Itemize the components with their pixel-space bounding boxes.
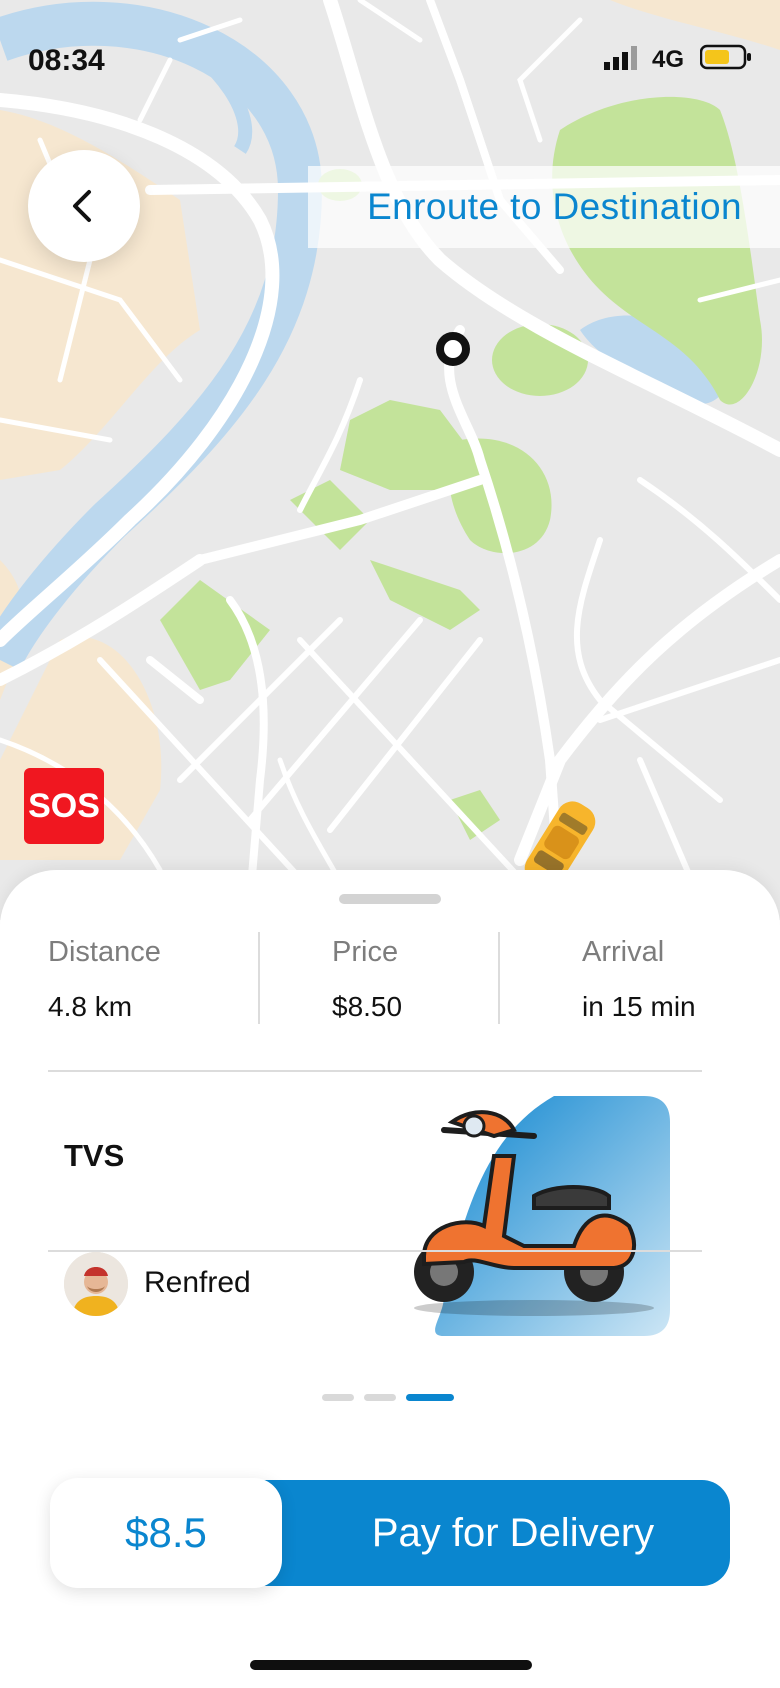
park xyxy=(370,560,480,630)
header-bar: Enroute to Destination xyxy=(308,166,780,248)
stat-arrival: Arrival in 15 min xyxy=(582,936,696,1023)
divider xyxy=(48,1250,702,1252)
map-canvas xyxy=(0,0,780,905)
home-indicator[interactable] xyxy=(250,1660,532,1670)
payment-amount: $8.5 xyxy=(125,1509,207,1556)
trip-sheet: Distance 4.8 km Price $8.50 Arrival in 1… xyxy=(0,870,780,1688)
sos-button[interactable]: SOS xyxy=(24,768,104,844)
payment-bar: Pay for Delivery $8.5 xyxy=(50,1478,730,1588)
chevron-left-icon xyxy=(73,190,91,222)
page-title: Enroute to Destination xyxy=(367,186,742,227)
battery-icon xyxy=(700,44,751,70)
pager-dot[interactable] xyxy=(364,1394,396,1401)
pay-button-label: Pay for Delivery xyxy=(371,1510,655,1555)
sos-label: SOS xyxy=(28,786,100,825)
stat-label: Distance xyxy=(48,936,161,968)
signal-icon xyxy=(604,46,637,70)
divider xyxy=(258,932,260,1024)
map-view[interactable] xyxy=(0,0,780,920)
stat-label: Price xyxy=(332,936,399,968)
sheet-grabber[interactable] xyxy=(339,894,441,904)
stat-label: Arrival xyxy=(582,936,665,968)
scooter-icon xyxy=(414,1096,670,1336)
divider xyxy=(48,1070,702,1072)
network-type: 4G xyxy=(652,46,685,73)
pager-dots xyxy=(322,1394,454,1402)
stat-value: in 15 min xyxy=(582,991,696,1022)
payment-amount-box: $8.5 xyxy=(50,1478,282,1588)
stat-distance: Distance 4.8 km xyxy=(48,936,161,1023)
driver-avatar[interactable] xyxy=(64,1252,128,1316)
pay-for-delivery-button[interactable]: Pay for Delivery xyxy=(256,1480,730,1586)
stat-price: Price $8.50 xyxy=(332,936,402,1023)
pager-dot-active[interactable] xyxy=(406,1394,454,1401)
destination-pin-icon xyxy=(436,332,470,366)
vehicle-image xyxy=(404,1096,670,1336)
stat-value: 4.8 km xyxy=(48,991,133,1022)
vehicle-name: TVS xyxy=(64,1138,125,1173)
driver-name: Renfred xyxy=(144,1266,251,1299)
status-time: 08:34 xyxy=(28,44,105,77)
status-bar: 08:34 4G xyxy=(0,0,780,120)
stat-value: $8.50 xyxy=(332,991,403,1022)
pager-dot[interactable] xyxy=(322,1394,354,1401)
back-button[interactable] xyxy=(28,150,140,262)
divider xyxy=(498,932,500,1024)
avatar-image xyxy=(64,1252,128,1316)
